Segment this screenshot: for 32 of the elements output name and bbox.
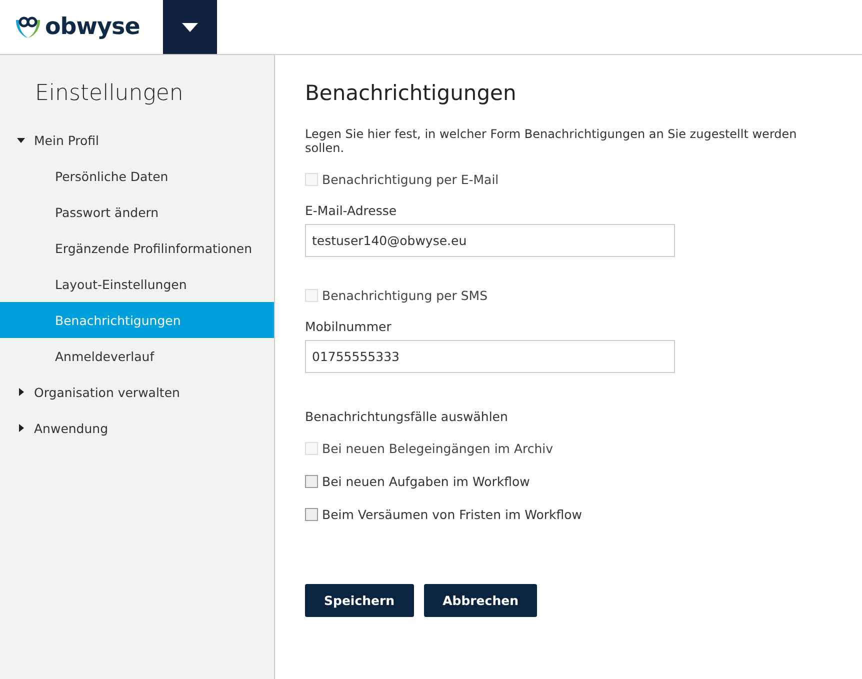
sidebar-item[interactable]: Passwort ändern	[0, 194, 274, 230]
checkbox-label: Benachrichtigung per SMS	[322, 288, 488, 302]
email-field[interactable]: testuser140@obwyse.eu	[305, 224, 675, 257]
phone-field[interactable]: 01755555333	[305, 340, 675, 373]
caret-down-icon	[16, 135, 26, 145]
section-label: Benachrichtungsfälle auswählen	[305, 409, 509, 424]
menu-dropdown-button[interactable]	[163, 0, 217, 54]
caret-right-icon	[16, 423, 26, 433]
checkbox[interactable]	[305, 474, 318, 488]
sidebar-item[interactable]: Layout-Einstellungen	[0, 266, 274, 302]
intro-text: Legen Sie hier fest, in welcher Form Benachrichtigungen an Sie zugestellt werden sollen.	[305, 127, 798, 155]
sidebar-item[interactable]: Mein Profil	[0, 122, 274, 158]
sidebar-title: Einstellungen	[34, 81, 184, 106]
sidebar-item[interactable]: Ergänzende Profilinformationen	[0, 230, 274, 266]
checkbox-label: Benachrichtigung per E-Mail	[322, 172, 499, 186]
page-title: Benachrichtigungen	[305, 81, 518, 105]
checkbox-label: Bei neuen Belegeingängen im Archiv	[322, 440, 554, 456]
field-label: E-Mail-Adresse	[305, 203, 398, 218]
sidebar-item[interactable]: Organisation verwalten	[0, 374, 274, 410]
checkbox-label: Bei neuen Aufgaben im Workflow	[322, 474, 530, 488]
sidebar-item[interactable]: Anmeldeverlauf	[0, 338, 274, 374]
caret-right-icon	[16, 387, 26, 397]
sidebar-item[interactable]: Persönliche Daten	[0, 158, 274, 194]
cancel-button[interactable]: Abbrechen	[424, 584, 538, 617]
save-button[interactable]: Speichern	[305, 584, 414, 617]
caret-down-icon	[182, 22, 198, 32]
checkbox[interactable]	[305, 508, 318, 520]
checkbox-label: Beim Versäumen von Fristen im Workflow	[322, 506, 582, 522]
field-label: Mobilnummer	[305, 319, 392, 334]
logo-text: obwyse	[45, 14, 140, 40]
sidebar-item[interactable]: Anwendung	[0, 410, 274, 446]
logo-icon	[14, 14, 42, 40]
